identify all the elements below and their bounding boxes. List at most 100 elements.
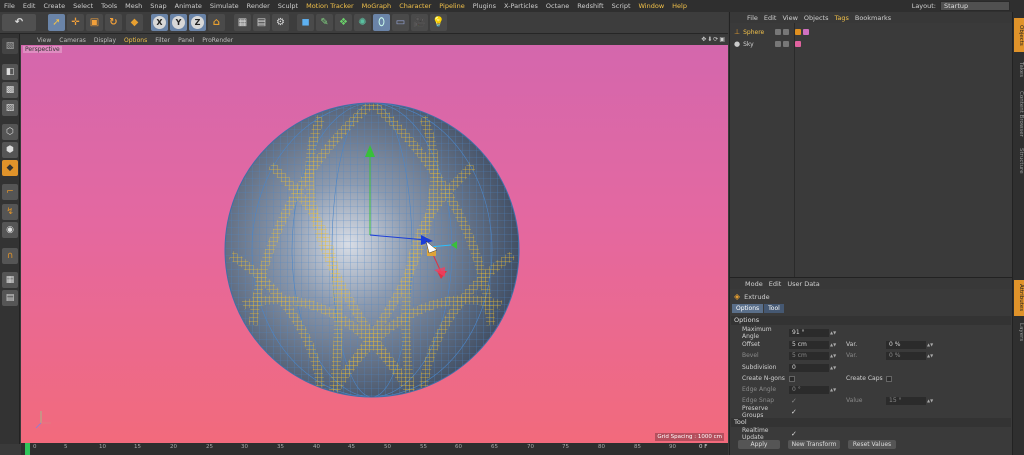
tweak-mode-icon[interactable]: ↯ — [2, 204, 18, 220]
axis-x-button[interactable]: X — [151, 14, 168, 31]
menu-character[interactable]: Character — [395, 2, 435, 10]
edge-angle-stepper[interactable]: ▲▼ — [830, 387, 836, 392]
workplane-mode-icon[interactable]: ▨ — [2, 100, 18, 116]
menu-edit[interactable]: Edit — [19, 2, 40, 10]
tab-tool[interactable]: Tool — [764, 304, 784, 313]
reset-values-button[interactable]: Reset Values — [848, 440, 896, 449]
bevel-input[interactable]: 5 cm — [789, 351, 829, 360]
side-tab-objects[interactable]: Objects — [1014, 18, 1024, 52]
value-input[interactable]: 15 ° — [886, 396, 926, 405]
viewport-menu-display[interactable]: Display — [90, 37, 120, 44]
workplane-icon[interactable]: ▦ — [2, 272, 18, 288]
viewport-menu-options[interactable]: Options — [120, 37, 151, 44]
side-tab-structure[interactable]: Structure — [1014, 146, 1024, 176]
rotate-tool-icon[interactable]: ↻ — [105, 14, 122, 31]
edges-mode-icon[interactable]: ⬢ — [2, 142, 18, 158]
viewport-nav-icons[interactable]: ✥⬇⟳▣ — [701, 36, 726, 43]
solo-mode-icon[interactable]: ◉ — [2, 222, 18, 238]
model-mode-icon[interactable]: ◧ — [2, 64, 18, 80]
points-mode-icon[interactable]: ⬡ — [2, 124, 18, 140]
subdivision-input[interactable]: 0 — [789, 363, 829, 372]
edge-snap-checkbox[interactable]: ✓ — [791, 397, 797, 405]
bevel-stepper[interactable]: ▲▼ — [830, 353, 836, 358]
undo-icon[interactable]: ↶ — [2, 14, 36, 31]
viewport-menu-cameras[interactable]: Cameras — [55, 37, 90, 44]
perspective-viewport[interactable]: Perspective Grid Spacing: 1000 cm — [21, 45, 728, 443]
menu-pipeline[interactable]: Pipeline — [435, 2, 468, 10]
preserve-groups-checkbox[interactable]: ✓ — [791, 408, 797, 416]
offset-input[interactable]: 5 cm — [789, 340, 829, 349]
select-arrow-icon[interactable]: ➚ — [48, 14, 65, 31]
create-ngons-checkbox[interactable] — [789, 375, 795, 382]
cloner-icon[interactable]: ✺ — [354, 14, 371, 31]
menu-help[interactable]: Help — [668, 2, 691, 10]
menu-redshift[interactable]: Redshift — [573, 2, 607, 10]
realtime-update-checkbox[interactable]: ✓ — [791, 430, 797, 438]
menu-octane[interactable]: Octane — [542, 2, 573, 10]
subdivision-generator-icon[interactable]: ❖ — [335, 14, 352, 31]
attr-menu-user-data[interactable]: User Data — [784, 280, 822, 288]
texture-mode-icon[interactable]: ▩ — [2, 82, 18, 98]
attr-menu-mode[interactable]: Mode — [742, 280, 766, 288]
obj-menu-objects[interactable]: Objects — [801, 14, 832, 22]
obj-menu-view[interactable]: View — [779, 14, 800, 22]
side-tab-takes[interactable]: Takes — [1014, 58, 1024, 82]
light-icon[interactable]: 💡 — [430, 14, 447, 31]
viewport-menu-prorender[interactable]: ProRender — [198, 37, 237, 44]
make-editable-icon[interactable]: ▧ — [2, 38, 18, 54]
recent-tool-icon[interactable]: ◆ — [126, 14, 143, 31]
maximum-angle-input[interactable]: 91 ° — [789, 328, 829, 337]
menu-create[interactable]: Create — [39, 2, 69, 10]
render-view-icon[interactable]: ▦ — [234, 14, 251, 31]
axis-y-button[interactable]: Y — [170, 14, 187, 31]
menu-plugins[interactable]: Plugins — [469, 2, 500, 10]
scale-tool-icon[interactable]: ▣ — [86, 14, 103, 31]
axis-mode-icon[interactable]: ⌐ — [2, 184, 18, 200]
menu-script[interactable]: Script — [608, 2, 635, 10]
deformer-icon[interactable]: ⬯ — [373, 14, 390, 31]
create-caps-checkbox[interactable] — [886, 375, 892, 382]
obj-menu-file[interactable]: File — [744, 14, 761, 22]
new-transform-button[interactable]: New Transform — [788, 440, 840, 449]
menu-sculpt[interactable]: Sculpt — [274, 2, 302, 10]
floor-icon[interactable]: ▭ — [392, 14, 409, 31]
menu-snap[interactable]: Snap — [146, 2, 170, 10]
selection-tag-icon[interactable] — [803, 29, 810, 35]
menu-x-particles[interactable]: X-Particles — [500, 2, 542, 10]
sphere-object[interactable] — [224, 102, 520, 398]
timeline-ruler[interactable]: 0 5 10 15 20 25 30 35 40 45 50 55 60 65 … — [21, 443, 728, 455]
render-picture-viewer-icon[interactable]: ▤ — [253, 14, 270, 31]
render-settings-icon[interactable]: ⚙ — [272, 14, 289, 31]
obj-menu-bookmarks[interactable]: Bookmarks — [852, 14, 894, 22]
menu-mesh[interactable]: Mesh — [121, 2, 146, 10]
side-tab-layers[interactable]: Layers — [1014, 320, 1024, 344]
pen-spline-icon[interactable]: ✎ — [316, 14, 333, 31]
timeline-playhead[interactable] — [25, 443, 30, 455]
offset-stepper[interactable]: ▲▼ — [830, 342, 836, 347]
menu-animate[interactable]: Animate — [171, 2, 206, 10]
menu-window[interactable]: Window — [635, 2, 669, 10]
object-row-sky[interactable]: ● Sky — [734, 39, 814, 49]
phong-tag-icon[interactable] — [795, 29, 802, 35]
side-tab-attributes[interactable]: Attributes — [1014, 280, 1024, 316]
move-tool-icon[interactable]: ✛ — [67, 14, 84, 31]
material-tag-icon[interactable] — [795, 41, 802, 47]
menu-motion-tracker[interactable]: Motion Tracker — [302, 2, 358, 10]
bevel-var-stepper[interactable]: ▲▼ — [927, 353, 933, 358]
viewport-menu-panel[interactable]: Panel — [174, 37, 198, 44]
menu-render[interactable]: Render — [243, 2, 274, 10]
render-visibility-icon[interactable] — [783, 41, 790, 47]
camera-icon[interactable]: 🎥 — [411, 14, 428, 31]
side-tab-content-browser[interactable]: Content Browser — [1014, 86, 1024, 142]
layer-visibility-icon[interactable] — [775, 29, 782, 35]
polygons-mode-icon[interactable]: ◆ — [2, 160, 18, 176]
offset-var-input[interactable]: 0 % — [886, 340, 926, 349]
viewport-menu-filter[interactable]: Filter — [151, 37, 174, 44]
snap-icon[interactable]: ∩ — [2, 248, 18, 264]
obj-menu-edit[interactable]: Edit — [761, 14, 780, 22]
menu-tools[interactable]: Tools — [97, 2, 121, 10]
menu-file[interactable]: File — [0, 2, 19, 10]
edge-angle-input[interactable]: 0 ° — [789, 385, 829, 394]
layout-dropdown[interactable]: Startup — [940, 1, 1010, 11]
axis-z-button[interactable]: Z — [189, 14, 206, 31]
